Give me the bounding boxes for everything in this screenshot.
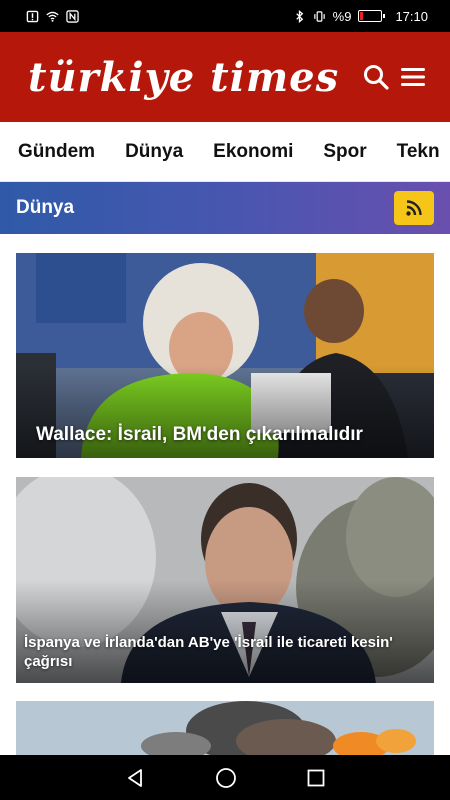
bluetooth-icon [295, 9, 303, 23]
nav-item-gundem[interactable]: Gündem [18, 141, 95, 163]
article-title[interactable]: İspanya ve İrlanda'dan AB'ye 'İsrail ile… [24, 633, 420, 671]
nav-item-teknoloji[interactable]: Tekn [397, 141, 440, 163]
search-icon[interactable] [362, 63, 390, 91]
article-image [16, 701, 434, 755]
nav-item-dunya[interactable]: Dünya [125, 141, 183, 163]
clock: 17:10 [395, 8, 428, 24]
vibrate-icon [313, 10, 325, 22]
article-card[interactable]: Wallace: İsrail, BM'den çıkarılmalıdır [16, 253, 434, 458]
rss-button[interactable] [394, 191, 434, 225]
system-nav-bar [0, 755, 450, 800]
recents-icon[interactable] [306, 768, 326, 788]
section-header: Dünya [0, 182, 450, 234]
rss-icon [406, 200, 422, 216]
nav-item-spor[interactable]: Spor [323, 141, 366, 163]
app-header: türkiye times [0, 32, 450, 122]
nav-item-ekonomi[interactable]: Ekonomi [213, 141, 293, 163]
article-card[interactable]: İspanya ve İrlanda'dan AB'ye 'İsrail ile… [16, 477, 434, 683]
notification-icon [26, 10, 39, 22]
menu-icon[interactable] [400, 66, 426, 88]
status-bar: %9 17:10 [0, 0, 450, 32]
battery-percent: %9 [332, 8, 352, 24]
nfc-icon [66, 9, 79, 23]
section-title: Dünya [16, 197, 75, 218]
article-card[interactable] [16, 701, 434, 755]
battery-icon [358, 10, 386, 22]
article-title[interactable]: Wallace: İsrail, BM'den çıkarılmalıdır [36, 424, 420, 446]
wifi-icon [46, 11, 59, 22]
home-icon[interactable] [214, 766, 238, 790]
site-logo[interactable]: türkiye times [28, 54, 339, 101]
back-icon[interactable] [124, 767, 146, 789]
category-nav: Gündem Dünya Ekonomi Spor Tekn [0, 122, 450, 182]
